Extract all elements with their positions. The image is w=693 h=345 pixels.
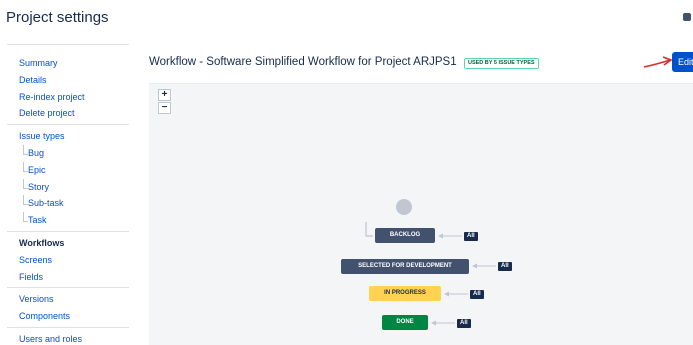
all-transition-tag: All xyxy=(498,262,512,271)
status-in-progress[interactable]: IN PROGRESS xyxy=(369,286,441,301)
transition-lines xyxy=(365,222,496,326)
status-selected-for-development[interactable]: SELECTED FOR DEVELOPMENT xyxy=(341,259,469,274)
all-transition-tag: All xyxy=(470,290,484,299)
all-transition-tag: All xyxy=(457,319,471,328)
start-node-icon xyxy=(396,199,412,215)
all-transition-tag: All xyxy=(464,232,478,241)
status-backlog[interactable]: BACKLOG xyxy=(375,228,435,243)
status-done[interactable]: DONE xyxy=(382,315,428,330)
